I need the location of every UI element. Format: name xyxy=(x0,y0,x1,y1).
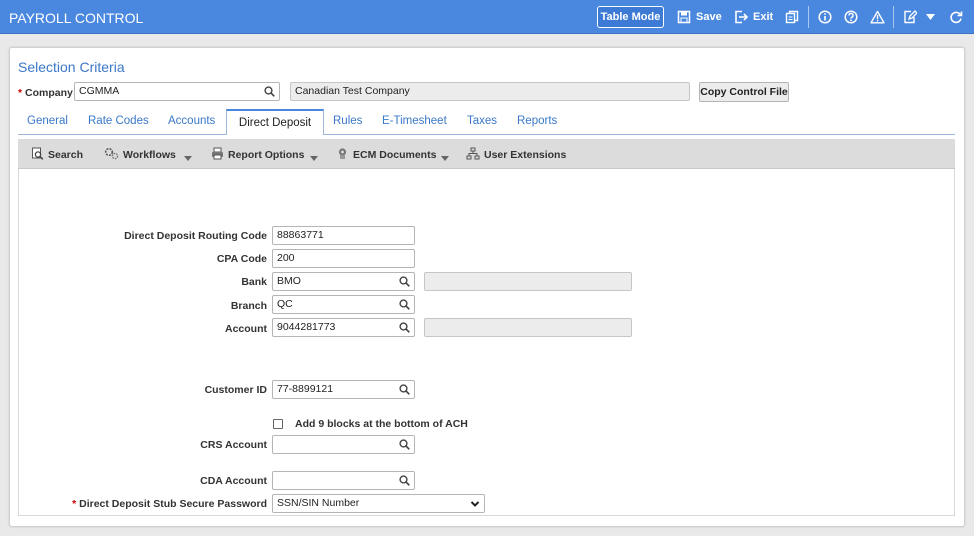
warning-icon[interactable] xyxy=(870,8,885,26)
selection-criteria-title: Selection Criteria xyxy=(18,59,125,75)
chevron-down-icon[interactable] xyxy=(926,8,935,26)
bank-label: Bank xyxy=(241,276,267,288)
ecm-documents-icon xyxy=(336,147,349,163)
tab-direct-deposit[interactable]: Direct Deposit xyxy=(226,109,324,135)
toolbar-workflows-label: Workflows xyxy=(123,149,176,161)
bank-description-field xyxy=(424,272,632,291)
company-name-field: Canadian Test Company xyxy=(290,82,690,101)
bank-input-value: BMO xyxy=(277,275,301,287)
help-icon[interactable] xyxy=(844,8,858,26)
tab-general[interactable]: General xyxy=(27,115,68,127)
customer-id-input[interactable]: 77-8899121 xyxy=(272,380,415,399)
app-header: PAYROLL CONTROL Table Mode Save Exit xyxy=(0,0,974,34)
chevron-down-icon[interactable] xyxy=(441,152,449,164)
cpa-code-label: CPA Code xyxy=(216,253,267,265)
routing-code-label: Direct Deposit Routing Code xyxy=(124,230,267,242)
printer-icon xyxy=(211,147,224,163)
chevron-down-icon xyxy=(470,499,480,512)
tab-taxes[interactable]: Taxes xyxy=(467,115,497,127)
stub-password-label: * Direct Deposit Stub Secure Password xyxy=(72,498,267,510)
search-icon[interactable] xyxy=(399,299,410,313)
customer-id-input-value: 77-8899121 xyxy=(277,383,334,395)
toolbar-report-options-label: Report Options xyxy=(228,149,305,161)
save-button[interactable]: Save xyxy=(677,8,722,26)
account-input-value: 9044281773 xyxy=(277,321,336,333)
search-icon[interactable] xyxy=(399,439,410,453)
tab-accounts[interactable]: Accounts xyxy=(168,115,215,127)
account-description-field xyxy=(424,318,632,337)
toolbar-search-label: Search xyxy=(48,149,84,161)
cpa-code-input[interactable]: 200 xyxy=(272,249,415,268)
chevron-down-icon[interactable] xyxy=(184,152,192,164)
search-icon[interactable] xyxy=(264,86,275,100)
tab-underline xyxy=(18,134,955,135)
toolbar-workflows-button[interactable]: Workflows xyxy=(104,147,176,163)
exit-label: Exit xyxy=(753,11,774,23)
add-blocks-label: Add 9 blocks at the bottom of ACH xyxy=(295,418,468,430)
branch-label: Branch xyxy=(230,300,267,312)
toolbar-ecm-documents-label: ECM Documents xyxy=(353,149,437,161)
save-label: Save xyxy=(696,11,722,23)
search-icon[interactable] xyxy=(399,276,410,290)
add-blocks-checkbox[interactable] xyxy=(273,419,283,429)
stub-password-select-value: SSN/SIN Number xyxy=(277,497,360,509)
toolbar-search-button[interactable]: Search xyxy=(31,147,83,163)
company-label: * Company xyxy=(18,87,73,99)
toolbar-user-extensions-label: User Extensions xyxy=(484,149,567,161)
table-mode-button[interactable]: Table Mode xyxy=(597,6,664,28)
bank-input[interactable]: BMO xyxy=(272,272,415,291)
workflows-icon xyxy=(104,147,119,163)
customer-id-label: Customer ID xyxy=(204,384,267,396)
stub-password-select[interactable]: SSN/SIN Number xyxy=(272,494,485,513)
edit-icon[interactable] xyxy=(903,8,917,26)
required-marker: * xyxy=(72,498,77,510)
company-input[interactable]: CGMMA xyxy=(74,82,280,101)
account-label: Account xyxy=(225,323,267,335)
copy-control-file-button[interactable]: Copy Control File xyxy=(699,82,789,102)
copy-icon[interactable] xyxy=(785,8,799,26)
toolbar-user-extensions-button[interactable]: User Extensions xyxy=(466,147,566,163)
toolbar-report-options-button[interactable]: Report Options xyxy=(211,147,304,163)
search-icon[interactable] xyxy=(399,322,410,336)
user-extensions-icon xyxy=(466,147,480,163)
tab-rules[interactable]: Rules xyxy=(333,115,362,127)
exit-button[interactable]: Exit xyxy=(734,8,773,26)
branch-input[interactable]: QC xyxy=(272,295,415,314)
account-input[interactable]: 9044281773 xyxy=(272,318,415,337)
exit-icon xyxy=(734,10,748,24)
crs-account-input[interactable] xyxy=(272,435,415,454)
toolbar-ecm-documents-button[interactable]: ECM Documents xyxy=(336,147,436,163)
tab-content-area xyxy=(18,169,955,516)
refresh-icon[interactable] xyxy=(949,8,963,26)
cda-account-input[interactable] xyxy=(272,471,415,490)
search-doc-icon xyxy=(31,147,44,163)
search-icon[interactable] xyxy=(399,475,410,489)
branch-input-value: QC xyxy=(277,298,293,310)
cda-account-label: CDA Account xyxy=(200,475,267,487)
tab-rate-codes[interactable]: Rate Codes xyxy=(88,115,149,127)
tab-reports[interactable]: Reports xyxy=(517,115,557,127)
crs-account-label: CRS Account xyxy=(200,439,267,451)
company-label-text: Company xyxy=(25,87,73,99)
search-icon[interactable] xyxy=(399,384,410,398)
toolbar-divider xyxy=(893,6,894,28)
app-title: PAYROLL CONTROL xyxy=(9,10,144,26)
required-marker: * xyxy=(18,87,23,99)
save-icon xyxy=(677,10,691,24)
routing-code-input[interactable]: 88863771 xyxy=(272,226,415,245)
stub-password-label-text: Direct Deposit Stub Secure Password xyxy=(79,498,267,510)
tab-e-timesheet[interactable]: E-Timesheet xyxy=(382,115,447,127)
toolbar-divider xyxy=(808,6,809,28)
chevron-down-icon[interactable] xyxy=(310,152,318,164)
company-input-value: CGMMA xyxy=(79,85,120,97)
info-icon[interactable] xyxy=(818,8,832,26)
